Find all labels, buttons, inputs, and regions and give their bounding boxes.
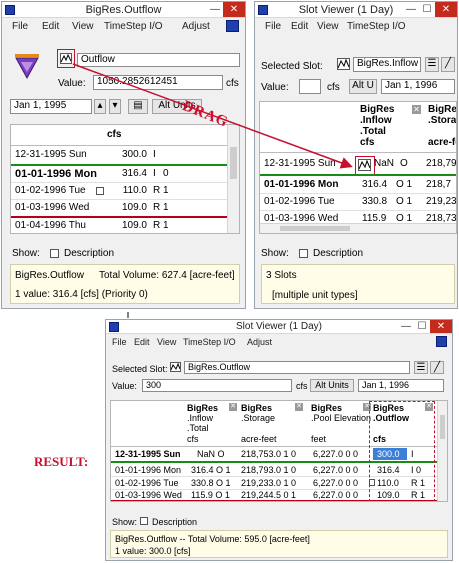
row-value[interactable]: 330.8 O 1 bbox=[191, 477, 231, 489]
status-slot-volume: BigRes.Outflow -- Total Volume: 595.0 [a… bbox=[115, 534, 310, 544]
column-header-line2: .Storage bbox=[241, 413, 276, 423]
row-value[interactable]: NaN O bbox=[197, 448, 225, 460]
date-field[interactable]: Jan 1, 1996 bbox=[358, 379, 444, 392]
column-header-line1: BigRes bbox=[187, 403, 219, 413]
vertical-scrollbar[interactable] bbox=[437, 401, 447, 501]
row-date: 01-02-1996 Tue bbox=[115, 478, 179, 488]
menu-file[interactable]: File bbox=[112, 337, 127, 347]
row-value[interactable]: 6,227.0 0 0 bbox=[313, 477, 358, 489]
menu-timestep-io[interactable]: TimeStep I/O bbox=[183, 337, 236, 347]
maximize-button[interactable]: ☐ bbox=[414, 320, 430, 333]
value-unit: cfs bbox=[296, 381, 308, 391]
row-value[interactable]: 219,233.0 1 0 bbox=[241, 477, 296, 489]
result-grid: BigRes .Inflow .Total cfs ✕ BigRes .Stor… bbox=[110, 400, 448, 502]
selected-slot-label: Selected Slot: bbox=[112, 364, 168, 374]
result-label: RESULT: bbox=[34, 454, 89, 469]
column-header-unit: cfs bbox=[187, 434, 199, 444]
row-value[interactable]: 218,793.0 1 0 bbox=[241, 464, 296, 476]
column-header-line1: BigRes bbox=[311, 403, 343, 413]
result-menubar: File Edit View TimeStep I/O Adjust bbox=[106, 336, 452, 349]
column-header-line3: .Total bbox=[187, 423, 209, 433]
list-view-button[interactable]: ☰ bbox=[414, 361, 428, 374]
column-header-unit: feet bbox=[311, 434, 327, 444]
status-panel: BigRes.Outflow -- Total Volume: 595.0 [a… bbox=[110, 530, 448, 558]
column-close-icon[interactable]: ✕ bbox=[229, 403, 237, 411]
selected-slot-field[interactable]: BigRes.Outflow bbox=[184, 361, 410, 374]
value-field[interactable]: 300 bbox=[142, 379, 292, 392]
row-value[interactable]: 6,227.0 0 0 bbox=[313, 448, 358, 460]
menu-edit[interactable]: Edit bbox=[134, 337, 150, 347]
column-header-line2: .Inflow bbox=[187, 413, 214, 423]
alt-units-button[interactable]: Alt Units bbox=[310, 379, 354, 392]
row-date: 12-31-1995 Sun bbox=[115, 449, 181, 459]
column-header-line1: BigRes bbox=[241, 403, 273, 413]
row-value[interactable]: 218,753.0 1 0 bbox=[241, 448, 296, 460]
plot-icon[interactable] bbox=[170, 362, 181, 372]
chart-view-button[interactable]: ╱ bbox=[430, 361, 444, 374]
minimize-button[interactable]: — bbox=[398, 320, 414, 333]
description-checkbox[interactable] bbox=[140, 517, 148, 525]
row-value[interactable]: 316.4 O 1 bbox=[191, 464, 231, 476]
description-label: Description bbox=[152, 517, 198, 527]
menu-adjust[interactable]: Adjust bbox=[247, 337, 272, 347]
row-date: 01-01-1996 Mon bbox=[115, 465, 182, 475]
value-label: Value: bbox=[112, 381, 137, 391]
new-column-highlight bbox=[369, 401, 435, 501]
result-titlebar[interactable]: Slot Viewer (1 Day) — ☐ ✕ bbox=[106, 320, 452, 334]
show-label: Show: bbox=[112, 517, 138, 527]
row-value[interactable]: 6,227.0 0 0 bbox=[313, 464, 358, 476]
column-header-unit: acre-feet bbox=[241, 434, 277, 444]
menu-view[interactable]: View bbox=[157, 337, 176, 347]
drag-arrow bbox=[72, 63, 353, 318]
column-header-line2: .Pool Elevation bbox=[311, 413, 372, 423]
result-slot-viewer-window: Slot Viewer (1 Day) — ☐ ✕ File Edit View… bbox=[105, 319, 453, 561]
window-menu-icon[interactable] bbox=[436, 336, 447, 347]
close-button[interactable]: ✕ bbox=[430, 320, 452, 333]
column-close-icon[interactable]: ✕ bbox=[295, 403, 303, 411]
status-value: 1 value: 300.0 [cfs] bbox=[115, 546, 191, 556]
